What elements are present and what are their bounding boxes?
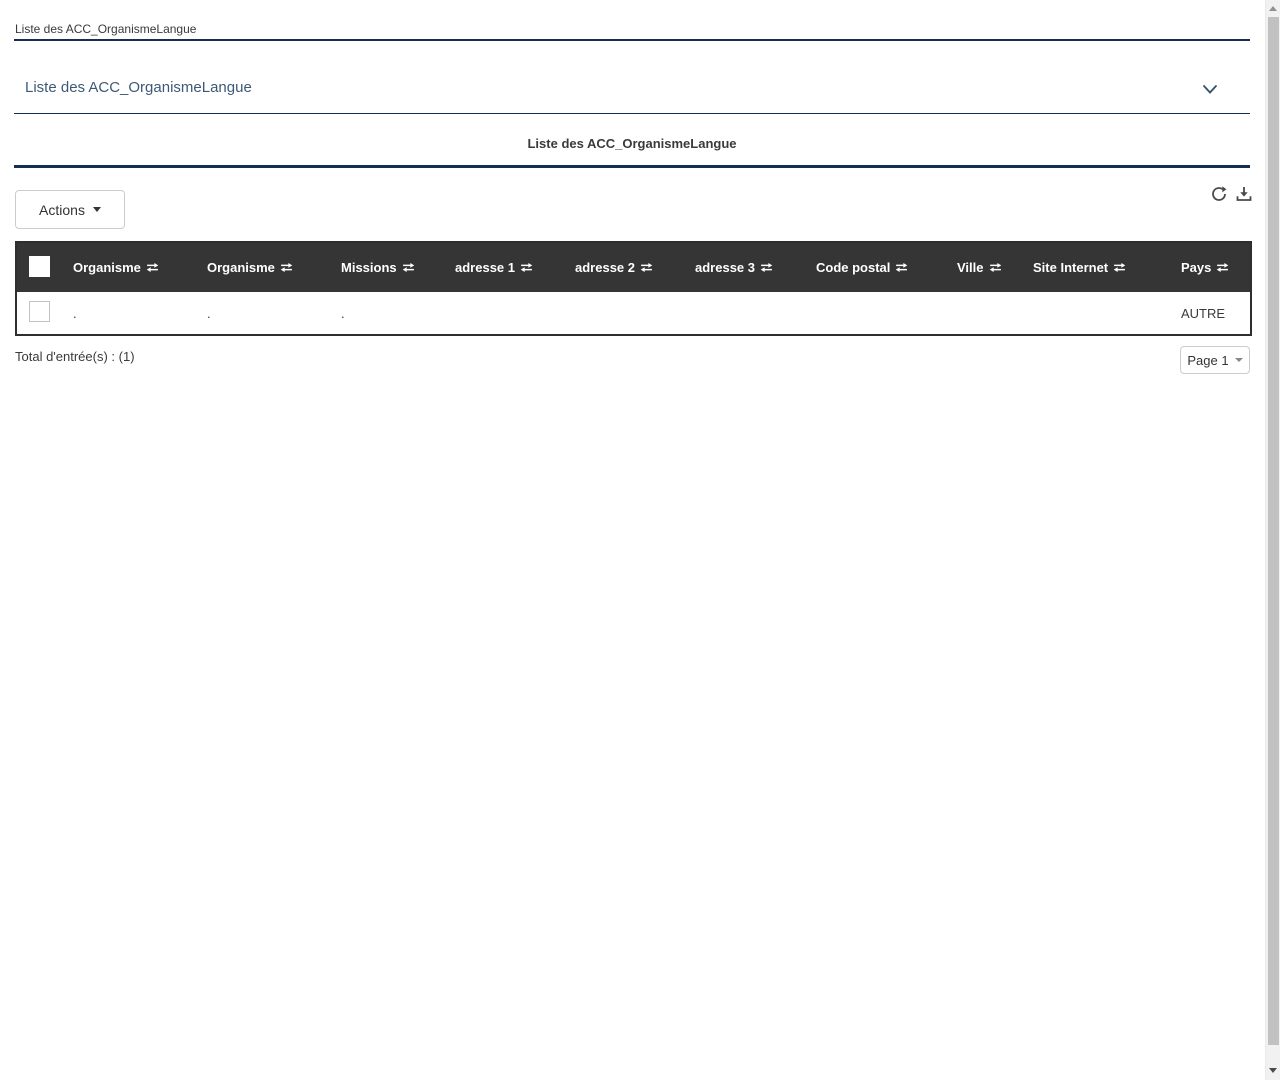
- cell-organisme-1: .: [61, 292, 195, 335]
- cell-missions: .: [329, 292, 443, 335]
- column-header-adresse-3[interactable]: adresse 3: [683, 242, 804, 292]
- cell-pays: AUTRE: [1169, 292, 1251, 335]
- cell-site-internet: [1021, 292, 1169, 335]
- divider-section: [14, 165, 1250, 168]
- section-title: Liste des ACC_OrganismeLangue: [527, 136, 737, 151]
- column-header-code-postal[interactable]: Code postal: [804, 242, 945, 292]
- scroll-down-arrow-icon[interactable]: [1269, 1068, 1277, 1073]
- row-checkbox[interactable]: [29, 301, 50, 322]
- column-header-missions[interactable]: Missions: [329, 242, 443, 292]
- data-table: Organisme Organisme Missions adresse 1 a…: [15, 241, 1252, 336]
- sort-icon[interactable]: [760, 261, 773, 276]
- table-header-row: Organisme Organisme Missions adresse 1 a…: [16, 242, 1251, 292]
- sort-icon[interactable]: [402, 261, 415, 276]
- column-header-pays[interactable]: Pays: [1169, 242, 1251, 292]
- caret-down-icon: [1234, 358, 1243, 362]
- cell-adresse-3: [683, 292, 804, 335]
- sort-icon[interactable]: [1216, 261, 1229, 276]
- page: Liste des ACC_OrganismeLangue Liste des …: [0, 0, 1280, 1080]
- breadcrumb: Liste des ACC_OrganismeLangue: [15, 22, 197, 36]
- column-header-site-internet[interactable]: Site Internet: [1021, 242, 1169, 292]
- total-entries-label: Total d'entrée(s) : (1): [15, 349, 135, 364]
- sort-icon[interactable]: [895, 261, 908, 276]
- actions-dropdown-button[interactable]: Actions: [15, 190, 125, 229]
- cell-code-postal: [804, 292, 945, 335]
- panel-title: Liste des ACC_OrganismeLangue: [25, 79, 252, 96]
- caret-down-icon: [92, 207, 101, 212]
- cell-adresse-1: [443, 292, 563, 335]
- cell-ville: [945, 292, 1021, 335]
- column-header-organisme-2[interactable]: Organisme: [195, 242, 329, 292]
- column-header-adresse-2[interactable]: adresse 2: [563, 242, 683, 292]
- column-header-ville[interactable]: Ville: [945, 242, 1021, 292]
- cell-organisme-2: .: [195, 292, 329, 335]
- scroll-up-arrow-icon[interactable]: [1269, 6, 1277, 11]
- scrollbar-thumb[interactable]: [1268, 17, 1279, 1045]
- sort-icon[interactable]: [520, 261, 533, 276]
- refresh-icon[interactable]: [1211, 186, 1227, 202]
- divider-top: [14, 39, 1250, 41]
- page-selector-button[interactable]: Page 1: [1180, 346, 1250, 374]
- sort-icon[interactable]: [280, 261, 293, 276]
- cell-adresse-2: [563, 292, 683, 335]
- download-icon[interactable]: [1236, 186, 1252, 202]
- column-header-adresse-1[interactable]: adresse 1: [443, 242, 563, 292]
- chevron-down-icon[interactable]: [1202, 82, 1220, 96]
- sort-icon[interactable]: [146, 261, 159, 276]
- sort-icon[interactable]: [989, 261, 1002, 276]
- vertical-scrollbar[interactable]: [1265, 0, 1280, 1080]
- divider-panel: [14, 113, 1250, 114]
- actions-label: Actions: [39, 201, 85, 218]
- sort-icon[interactable]: [640, 261, 653, 276]
- page-selector-label: Page 1: [1187, 352, 1229, 368]
- column-header-organisme-1[interactable]: Organisme: [61, 242, 195, 292]
- select-all-checkbox[interactable]: [29, 255, 50, 277]
- sort-icon[interactable]: [1113, 261, 1126, 276]
- table-row[interactable]: . . . AUTRE: [16, 292, 1251, 335]
